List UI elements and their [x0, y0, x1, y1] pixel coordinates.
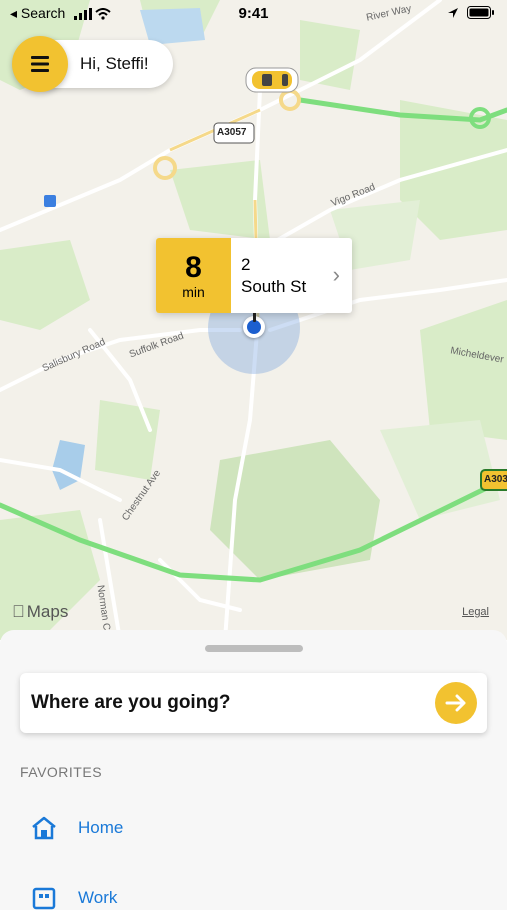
- pickup-address: 2 South St ›: [231, 238, 352, 313]
- current-location-pin: [243, 310, 265, 338]
- road-label-a303: A303: [484, 474, 507, 485]
- road-label-a3057: A3057: [217, 127, 247, 138]
- status-time: 9:41: [238, 5, 269, 22]
- go-button[interactable]: [435, 682, 477, 724]
- eta-badge: 8 min: [156, 238, 231, 313]
- arrow-right-icon: [445, 694, 466, 712]
- taxi-icon: [245, 67, 299, 93]
- favorites-header: FAVORITES: [20, 764, 103, 780]
- sheet-grabber[interactable]: [205, 645, 303, 652]
- greeting-text: Hi, Steffi!: [80, 54, 149, 73]
- eta-minutes: 8: [185, 250, 202, 284]
- favorite-item-work[interactable]: Work: [30, 886, 117, 910]
- maps-attribution:  Maps: [12, 602, 68, 622]
- hamburger-icon: [31, 56, 49, 72]
- favorite-item-home[interactable]: Home: [30, 816, 123, 840]
- destination-search[interactable]: Where are you going?: [20, 673, 487, 733]
- apple-logo-icon: : [12, 602, 25, 622]
- menu-button[interactable]: [12, 36, 68, 92]
- location-arrow-icon: [448, 7, 458, 18]
- status-bar: ◂ Search 9:41: [0, 0, 507, 28]
- chevron-right-icon: ›: [332, 262, 340, 287]
- home-icon: [32, 816, 56, 840]
- greeting-bar: Hi, Steffi!: [12, 36, 173, 92]
- eta-card[interactable]: 8 min 2 South St ›: [156, 238, 352, 313]
- legal-link[interactable]: Legal: [462, 606, 489, 618]
- favorite-label-home: Home: [78, 818, 124, 837]
- eta-unit: min: [182, 283, 205, 300]
- battery-icon: [467, 6, 494, 19]
- map-view[interactable]: River Way A3057 Vigo Road Salisbury Road…: [0, 0, 507, 640]
- destination-prompt: Where are you going?: [31, 692, 231, 713]
- bottom-sheet: Where are you going? FAVORITES Home Work: [0, 630, 507, 910]
- work-icon: [32, 887, 56, 910]
- favorite-label-work: Work: [78, 888, 118, 907]
